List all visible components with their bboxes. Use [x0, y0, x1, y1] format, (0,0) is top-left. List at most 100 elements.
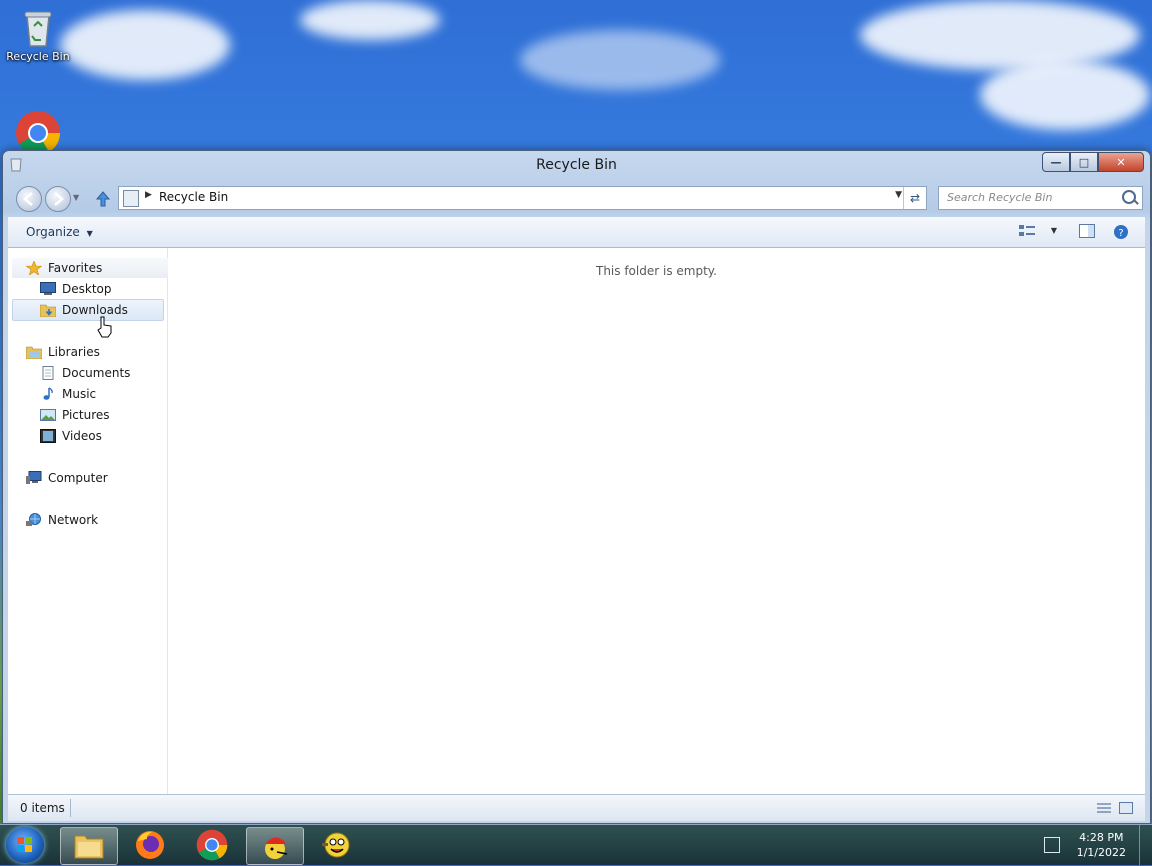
show-desktop-button[interactable]: [1139, 825, 1152, 865]
smiley-face-icon: [322, 832, 350, 858]
preview-pane-icon: [1079, 224, 1095, 238]
recycle-bin-address-icon: [123, 190, 139, 207]
character-red-cap-icon: [265, 837, 288, 859]
window-controls: — □ ✕: [1042, 152, 1144, 172]
status-separator: [70, 799, 71, 817]
search-input[interactable]: Search Recycle Bin: [938, 186, 1143, 210]
folder-icon: [74, 835, 104, 859]
empty-folder-message: This folder is empty.: [596, 264, 717, 278]
forward-arrow-icon: [54, 192, 64, 206]
search-icon[interactable]: [1122, 190, 1136, 204]
organize-button[interactable]: Organize ▼: [26, 225, 93, 239]
close-button[interactable]: ✕: [1098, 152, 1144, 172]
hand-cursor-icon: [96, 316, 114, 341]
large-icons-view-button[interactable]: [1119, 802, 1133, 817]
view-dropdown-icon[interactable]: ▼: [1051, 226, 1057, 235]
chevron-down-icon: ▼: [86, 229, 93, 238]
breadcrumb-arrow-icon[interactable]: ▶: [145, 190, 152, 200]
window-title: Recycle Bin: [536, 157, 617, 173]
nav-favorites[interactable]: Favorites: [12, 258, 168, 278]
taskbar-windows-explorer[interactable]: [60, 827, 118, 865]
minimize-icon: —: [1050, 155, 1062, 169]
navigation-pane: Favorites Desktop Downloads Libraries Do…: [8, 248, 168, 794]
taskbar-firefox[interactable]: [122, 827, 178, 863]
maximize-button[interactable]: □: [1070, 152, 1098, 172]
cloud-decoration: [520, 30, 720, 90]
details-view-icon: [1097, 803, 1111, 813]
nav-item-label: Pictures: [62, 408, 110, 422]
details-view-button[interactable]: [1097, 802, 1111, 817]
minimize-button[interactable]: —: [1042, 152, 1070, 172]
cloud-decoration: [860, 0, 1140, 70]
view-options-icon: [1019, 225, 1035, 236]
documents-icon: [40, 366, 56, 380]
nav-item-pictures[interactable]: Pictures: [12, 405, 164, 425]
search-placeholder: Search Recycle Bin: [947, 191, 1053, 204]
svg-text:?: ?: [1118, 228, 1123, 239]
action-center-icon[interactable]: [1044, 837, 1060, 853]
nav-item-videos[interactable]: Videos: [12, 426, 164, 446]
nav-network-label: Network: [48, 513, 99, 527]
taskbar-app-smiley[interactable]: [308, 827, 364, 863]
address-dropdown-icon[interactable]: ▼: [895, 190, 902, 200]
nav-item-label: Music: [62, 387, 97, 401]
address-bar[interactable]: ▶ Recycle Bin ▼ ⇄: [118, 186, 927, 210]
back-arrow-icon: [23, 192, 33, 206]
status-bar: 0 items: [8, 794, 1145, 821]
pictures-icon: [40, 408, 56, 422]
nav-computer-label: Computer: [48, 471, 108, 485]
taskbar-chrome[interactable]: [184, 827, 240, 863]
nav-item-label: Desktop: [62, 282, 112, 296]
nav-item-downloads[interactable]: Downloads: [12, 299, 164, 321]
title-bar[interactable]: Recycle Bin — □ ✕: [3, 151, 1150, 181]
item-count: 0 items: [20, 801, 65, 815]
cloud-decoration: [60, 10, 230, 80]
desktop-icon-chrome[interactable]: [3, 110, 73, 155]
videos-icon: [40, 429, 56, 443]
start-button[interactable]: [6, 827, 44, 863]
explorer-window: Recycle Bin — □ ✕ ▼ ▶ Recycle Bin ▼ ⇄ Se…: [2, 150, 1151, 824]
nav-item-label: Documents: [62, 366, 131, 380]
refresh-button[interactable]: ⇄: [903, 187, 926, 209]
desktop-icon: [40, 282, 56, 296]
large-icons-view-icon: [1119, 802, 1133, 814]
clock-time: 4:28 PM: [1079, 831, 1124, 844]
back-button[interactable]: [16, 186, 42, 212]
nav-item-label: Videos: [62, 429, 102, 443]
star-icon: [25, 260, 43, 276]
taskbar-app-red-cap[interactable]: [246, 827, 304, 865]
network-icon: [26, 513, 42, 527]
nav-libraries-label: Libraries: [48, 345, 100, 359]
nav-item-music[interactable]: Music: [12, 384, 164, 404]
clock-date: 1/1/2022: [1076, 846, 1126, 859]
up-folder-button[interactable]: [95, 190, 111, 211]
command-bar: Organize ▼ ▼ ?: [8, 217, 1145, 248]
breadcrumb-recycle-bin[interactable]: Recycle Bin: [159, 190, 228, 204]
close-icon: ✕: [1116, 155, 1126, 169]
downloads-folder-icon: [39, 303, 57, 318]
organize-label: Organize: [26, 225, 80, 239]
nav-computer[interactable]: Computer: [12, 468, 168, 488]
forward-button[interactable]: [45, 186, 71, 212]
help-button[interactable]: ?: [1113, 224, 1129, 239]
taskbar: 4:28 PM 1/1/2022: [0, 824, 1152, 865]
up-arrow-icon: [95, 191, 111, 207]
nav-libraries[interactable]: Libraries: [12, 342, 168, 362]
preview-pane-button[interactable]: [1079, 224, 1095, 238]
system-clock[interactable]: 4:28 PM 1/1/2022: [1077, 830, 1126, 860]
refresh-icon: ⇄: [909, 191, 921, 205]
maximize-icon: □: [1078, 155, 1090, 169]
content-area: Favorites Desktop Downloads Libraries Do…: [8, 248, 1145, 794]
change-view-button[interactable]: [1019, 224, 1035, 238]
firefox-icon: [136, 831, 164, 859]
help-icon: ?: [1114, 225, 1128, 239]
windows-logo-icon: [17, 837, 32, 852]
nav-network[interactable]: Network: [12, 510, 168, 530]
nav-item-desktop[interactable]: Desktop: [12, 279, 164, 299]
chrome-icon: [196, 829, 228, 861]
libraries-icon: [25, 345, 43, 360]
desktop-icon-recycle-bin[interactable]: Recycle Bin: [3, 8, 73, 63]
recent-pages-dropdown[interactable]: ▼: [73, 193, 79, 202]
desktop-icon-label: Recycle Bin: [6, 50, 70, 63]
nav-item-documents[interactable]: Documents: [12, 363, 164, 383]
